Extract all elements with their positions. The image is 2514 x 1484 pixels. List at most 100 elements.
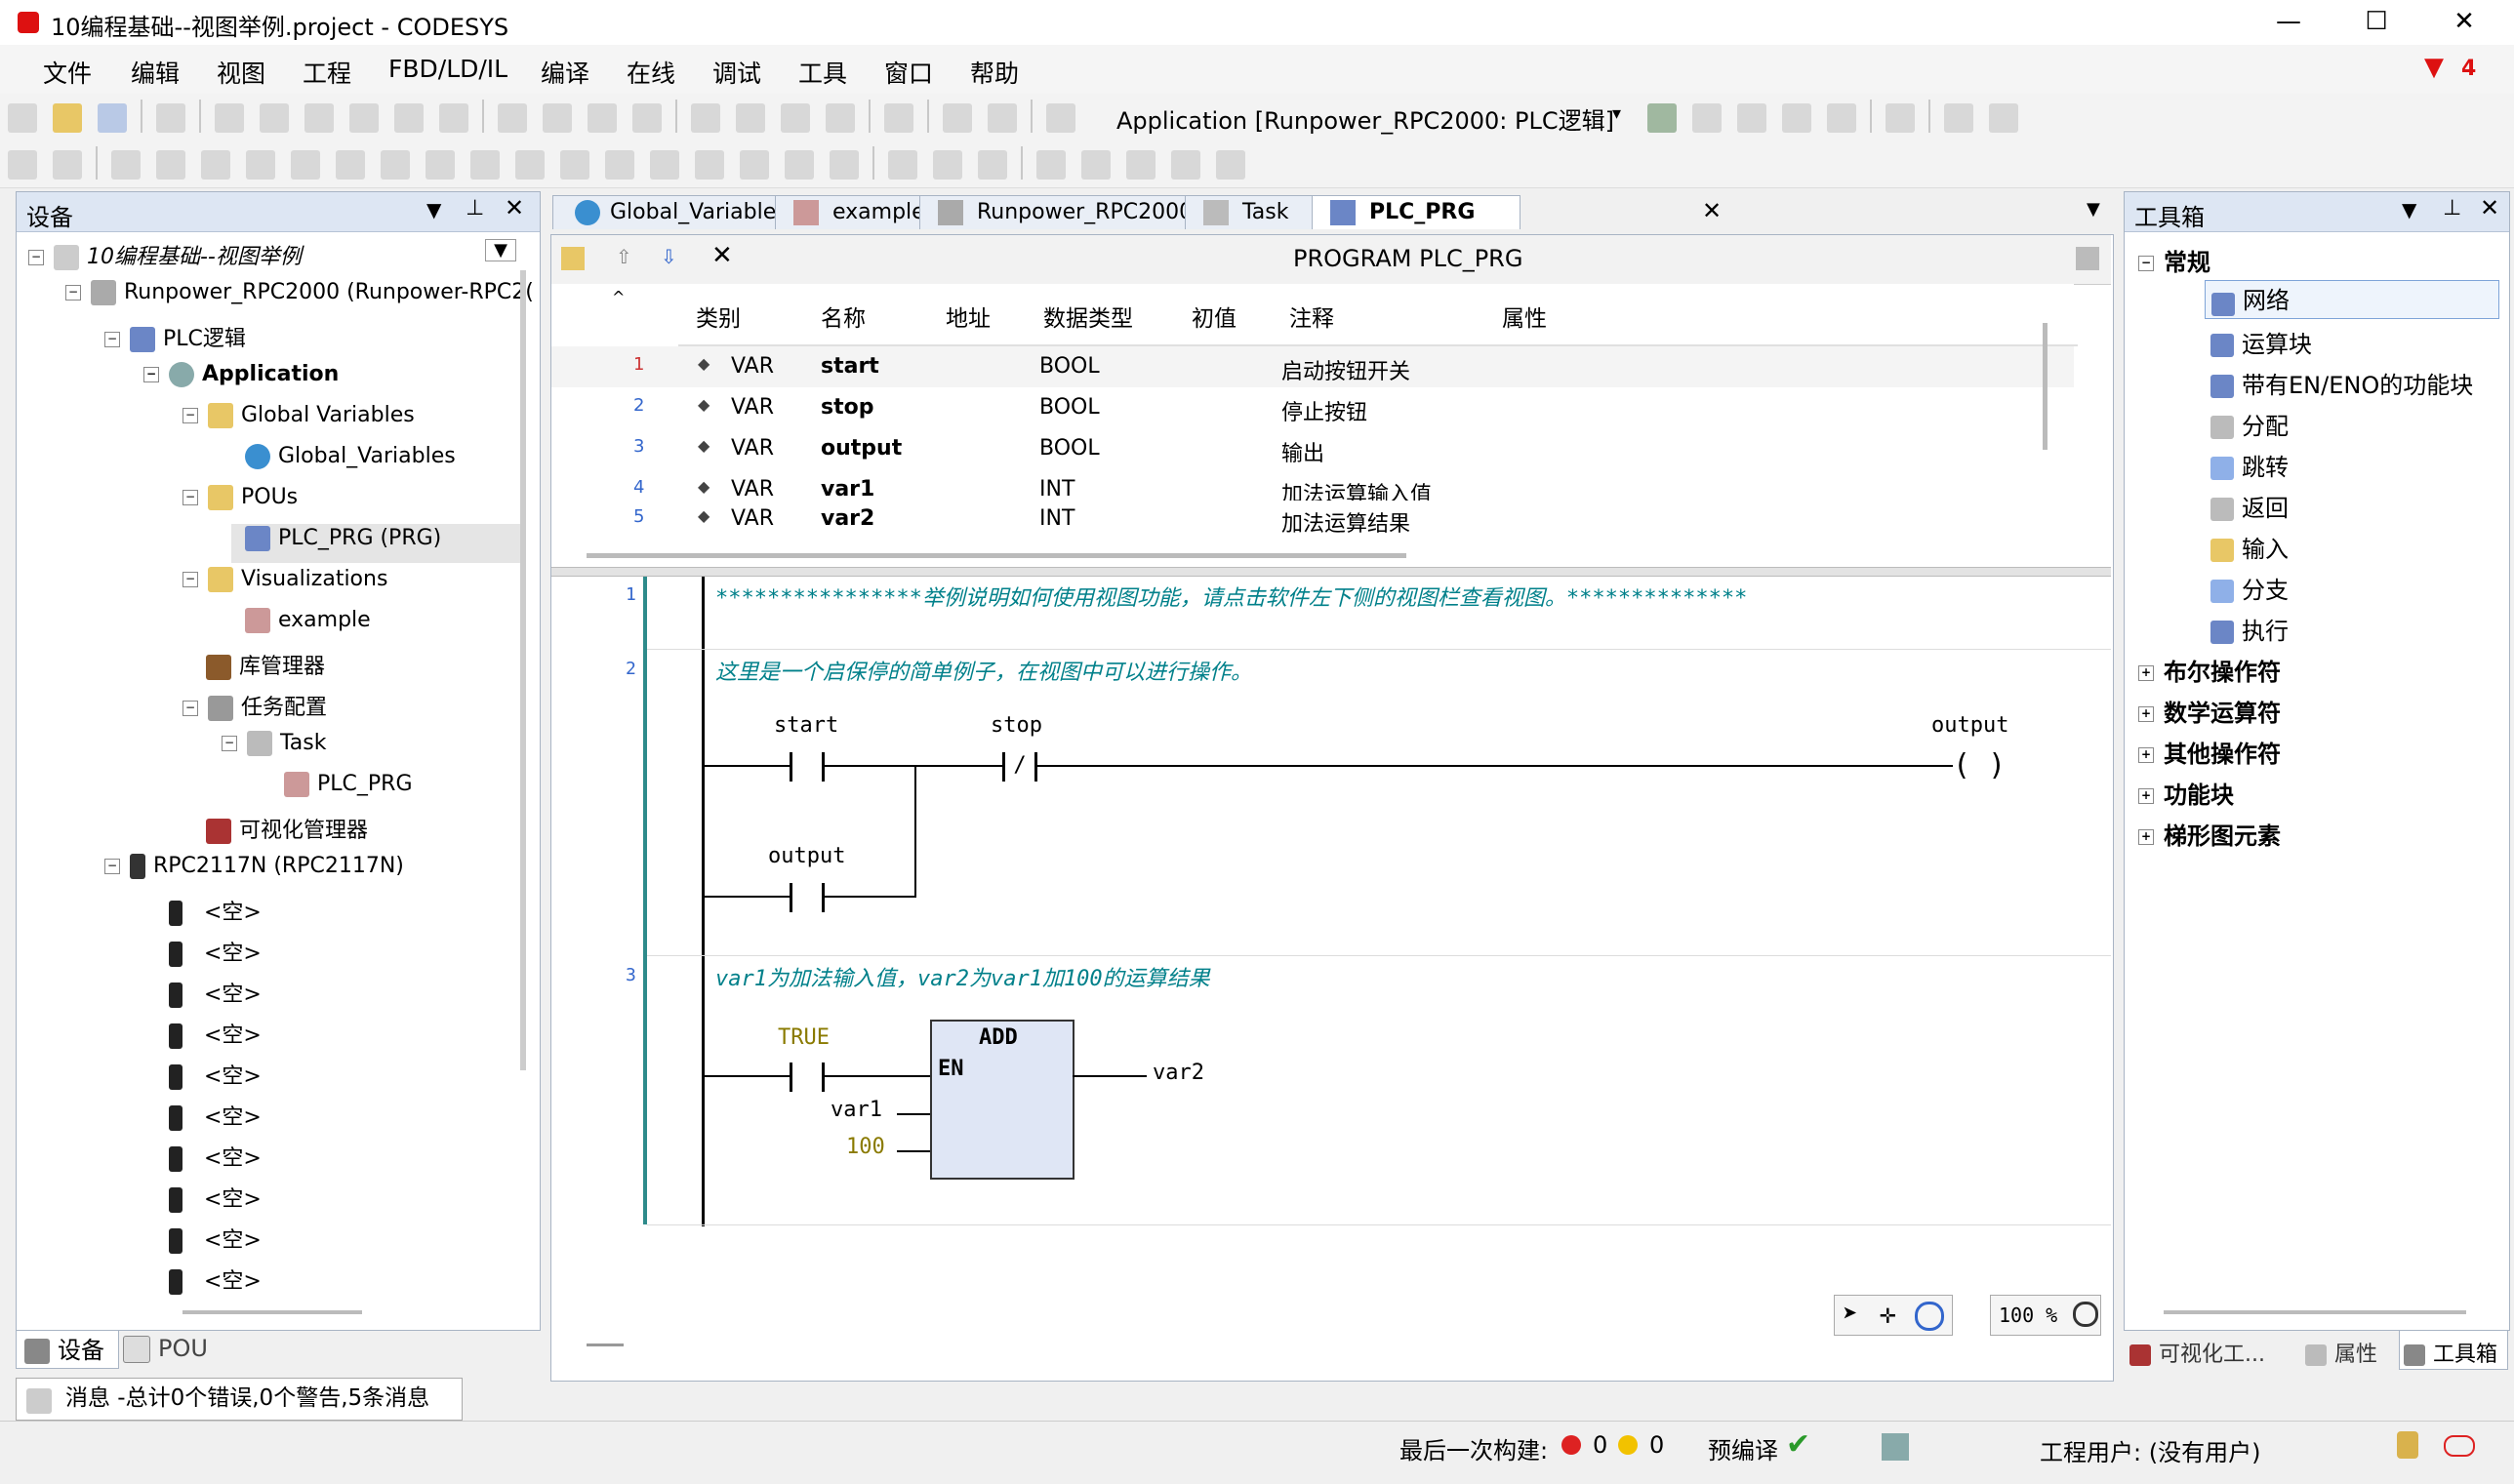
maximize-button[interactable]: ☐ [2332,0,2420,45]
comment-icon[interactable] [53,150,82,180]
box-empty-icon[interactable] [605,150,634,180]
toolbox-group-ladder[interactable]: + 梯形图元素 [2138,817,2281,851]
toolbox-item-network[interactable]: 网络 [2205,280,2499,319]
network-comment[interactable]: var1为加法输入值，var2为var1加100的运算结果 [715,961,1210,992]
pointer-icon[interactable]: ➤ [1843,1300,1858,1329]
move-up-icon[interactable]: ⇧ [616,245,632,268]
jump-icon[interactable] [156,150,185,180]
minimize-button[interactable]: — [2245,0,2332,45]
bookmark-icon[interactable] [691,103,720,133]
paste-icon[interactable] [394,103,424,133]
col-name[interactable]: 名称 [821,300,866,333]
tree-slot[interactable]: <空> [169,1223,262,1254]
add-object-icon[interactable] [943,103,972,133]
login-icon[interactable] [1647,103,1677,133]
tree-slot[interactable]: <空> [169,936,262,967]
table-row[interactable]: 2 ◆ VAR stop BOOL 停止按钮 [551,387,2074,428]
redo-icon[interactable] [260,103,289,133]
set-reset-icon[interactable] [978,150,1007,180]
col-class[interactable]: 类别 [696,300,741,333]
tab-devices[interactable]: 设备 [16,1331,119,1369]
edge-icon[interactable] [933,150,962,180]
bookmark-clear-icon[interactable] [826,103,855,133]
find-icon[interactable] [498,103,527,133]
toolbox-item-input[interactable]: 输入 [2210,530,2289,564]
toolbox-group-fb[interactable]: + 功能块 [2138,776,2234,810]
tree-slot[interactable]: <空> [169,1059,262,1090]
table-row[interactable]: 5 ◆ VAR var2 INT 加法运算结果 [551,501,2074,540]
toolbox-group-math[interactable]: + 数学运算符 [2138,694,2281,728]
contact-output-label[interactable]: output [768,844,845,868]
tree-slot[interactable]: <空> [169,1018,262,1049]
tree-example[interactable]: example [245,608,371,633]
parallel-icon[interactable] [1171,150,1200,180]
toolbox-item-jump[interactable]: 跳转 [2210,448,2289,482]
delete-var-icon[interactable]: ✕ [711,241,733,270]
toolbox-general[interactable]: − 常规 [2138,243,2210,277]
network-comment[interactable]: ****************举例说明如何使用视图功能，请点击软件左下侧的视图… [715,581,1747,612]
toolbox-group-boolean[interactable]: + 布尔操作符 [2138,653,2281,687]
save-icon[interactable] [98,103,127,133]
toolbox-group-other[interactable]: + 其他操作符 [2138,735,2281,769]
input-icon[interactable] [830,150,859,180]
tree-global-vars[interactable]: Global_Variables [245,444,456,469]
col-attribute[interactable]: 属性 [1502,300,1547,333]
network-comment[interactable]: 这里是一个启保停的简单例子，在视图中可以进行操作。 [715,655,1252,686]
tree-vis-manager[interactable]: 可视化管理器 [206,813,368,844]
contact-output[interactable] [790,883,825,912]
return-icon[interactable] [201,150,230,180]
pin-icon[interactable]: ⊥ [466,196,484,221]
menu-window[interactable]: 窗口 [884,55,933,90]
tree-slot[interactable]: <空> [169,895,262,926]
export-icon[interactable] [988,103,1017,133]
bookmark-next-icon[interactable] [736,103,765,133]
tree-rpc[interactable]: − RPC2117N (RPC2117N) [104,854,404,879]
toolbox-item-execute[interactable]: 执行 [2210,612,2289,646]
cut-icon[interactable] [304,103,334,133]
col-type[interactable]: 数据类型 [1043,300,1133,333]
tab-properties[interactable]: 属性 [2305,1337,2377,1368]
tree-task[interactable]: − Task [222,731,326,756]
move-icon[interactable]: ✛ [1880,1298,1896,1330]
var-icon[interactable] [111,150,141,180]
menu-tools[interactable]: 工具 [798,55,847,90]
contact-start-label[interactable]: start [774,713,838,738]
tree-project[interactable]: −10编程基础--视图举例 [28,239,302,270]
find-prev-icon[interactable] [632,103,662,133]
contact-icon[interactable] [246,150,275,180]
zoom-fit-icon[interactable] [2073,1302,2098,1327]
execute-icon[interactable] [1126,150,1156,180]
menu-debug[interactable]: 调试 [712,55,761,90]
tree-global-vars-folder[interactable]: − Global Variables [182,403,415,428]
security-shield-icon[interactable] [2397,1431,2418,1459]
table-row[interactable]: 3 ◆ VAR output BOOL 输出 [551,428,2074,469]
cloud-icon[interactable] [2444,1435,2475,1457]
negated-contact-icon[interactable] [291,150,320,180]
output-icon[interactable] [1216,150,1245,180]
copy-icon[interactable] [349,103,379,133]
close-button[interactable]: ✕ [2420,0,2508,45]
tree-slot[interactable]: <空> [169,1182,262,1213]
ladder-hscrollbar[interactable] [587,1344,624,1346]
bookmark-prev-icon[interactable] [781,103,810,133]
box-en-icon[interactable] [560,150,589,180]
tree-task-config[interactable]: − 任务配置 [182,690,327,721]
force-icon[interactable] [1944,103,1973,133]
write-icon[interactable] [1989,103,2018,133]
add-function-block[interactable]: ADD EN [930,1020,1075,1180]
precompile-label[interactable]: 预编译 [1708,1431,1778,1465]
negate-icon[interactable] [888,150,917,180]
toolbox-item-box-en[interactable]: 带有EN/ENO的功能块 [2210,366,2473,400]
col-address[interactable]: 地址 [946,300,991,333]
pin-icon[interactable]: ⊥ [2443,196,2461,221]
branch-icon[interactable] [1036,150,1066,180]
label-icon[interactable] [740,150,769,180]
tree-plc-logic[interactable]: − PLC逻辑 [104,321,246,352]
zoom-control[interactable]: 100 % [1990,1295,2101,1336]
panel-close-icon[interactable]: ✕ [2480,194,2499,221]
start-icon[interactable] [1737,103,1766,133]
auto-declare-icon[interactable] [561,247,585,270]
menu-build[interactable]: 编译 [541,55,589,90]
contact-start[interactable] [790,752,825,782]
tree-task-prg[interactable]: PLC_PRG [284,772,413,797]
